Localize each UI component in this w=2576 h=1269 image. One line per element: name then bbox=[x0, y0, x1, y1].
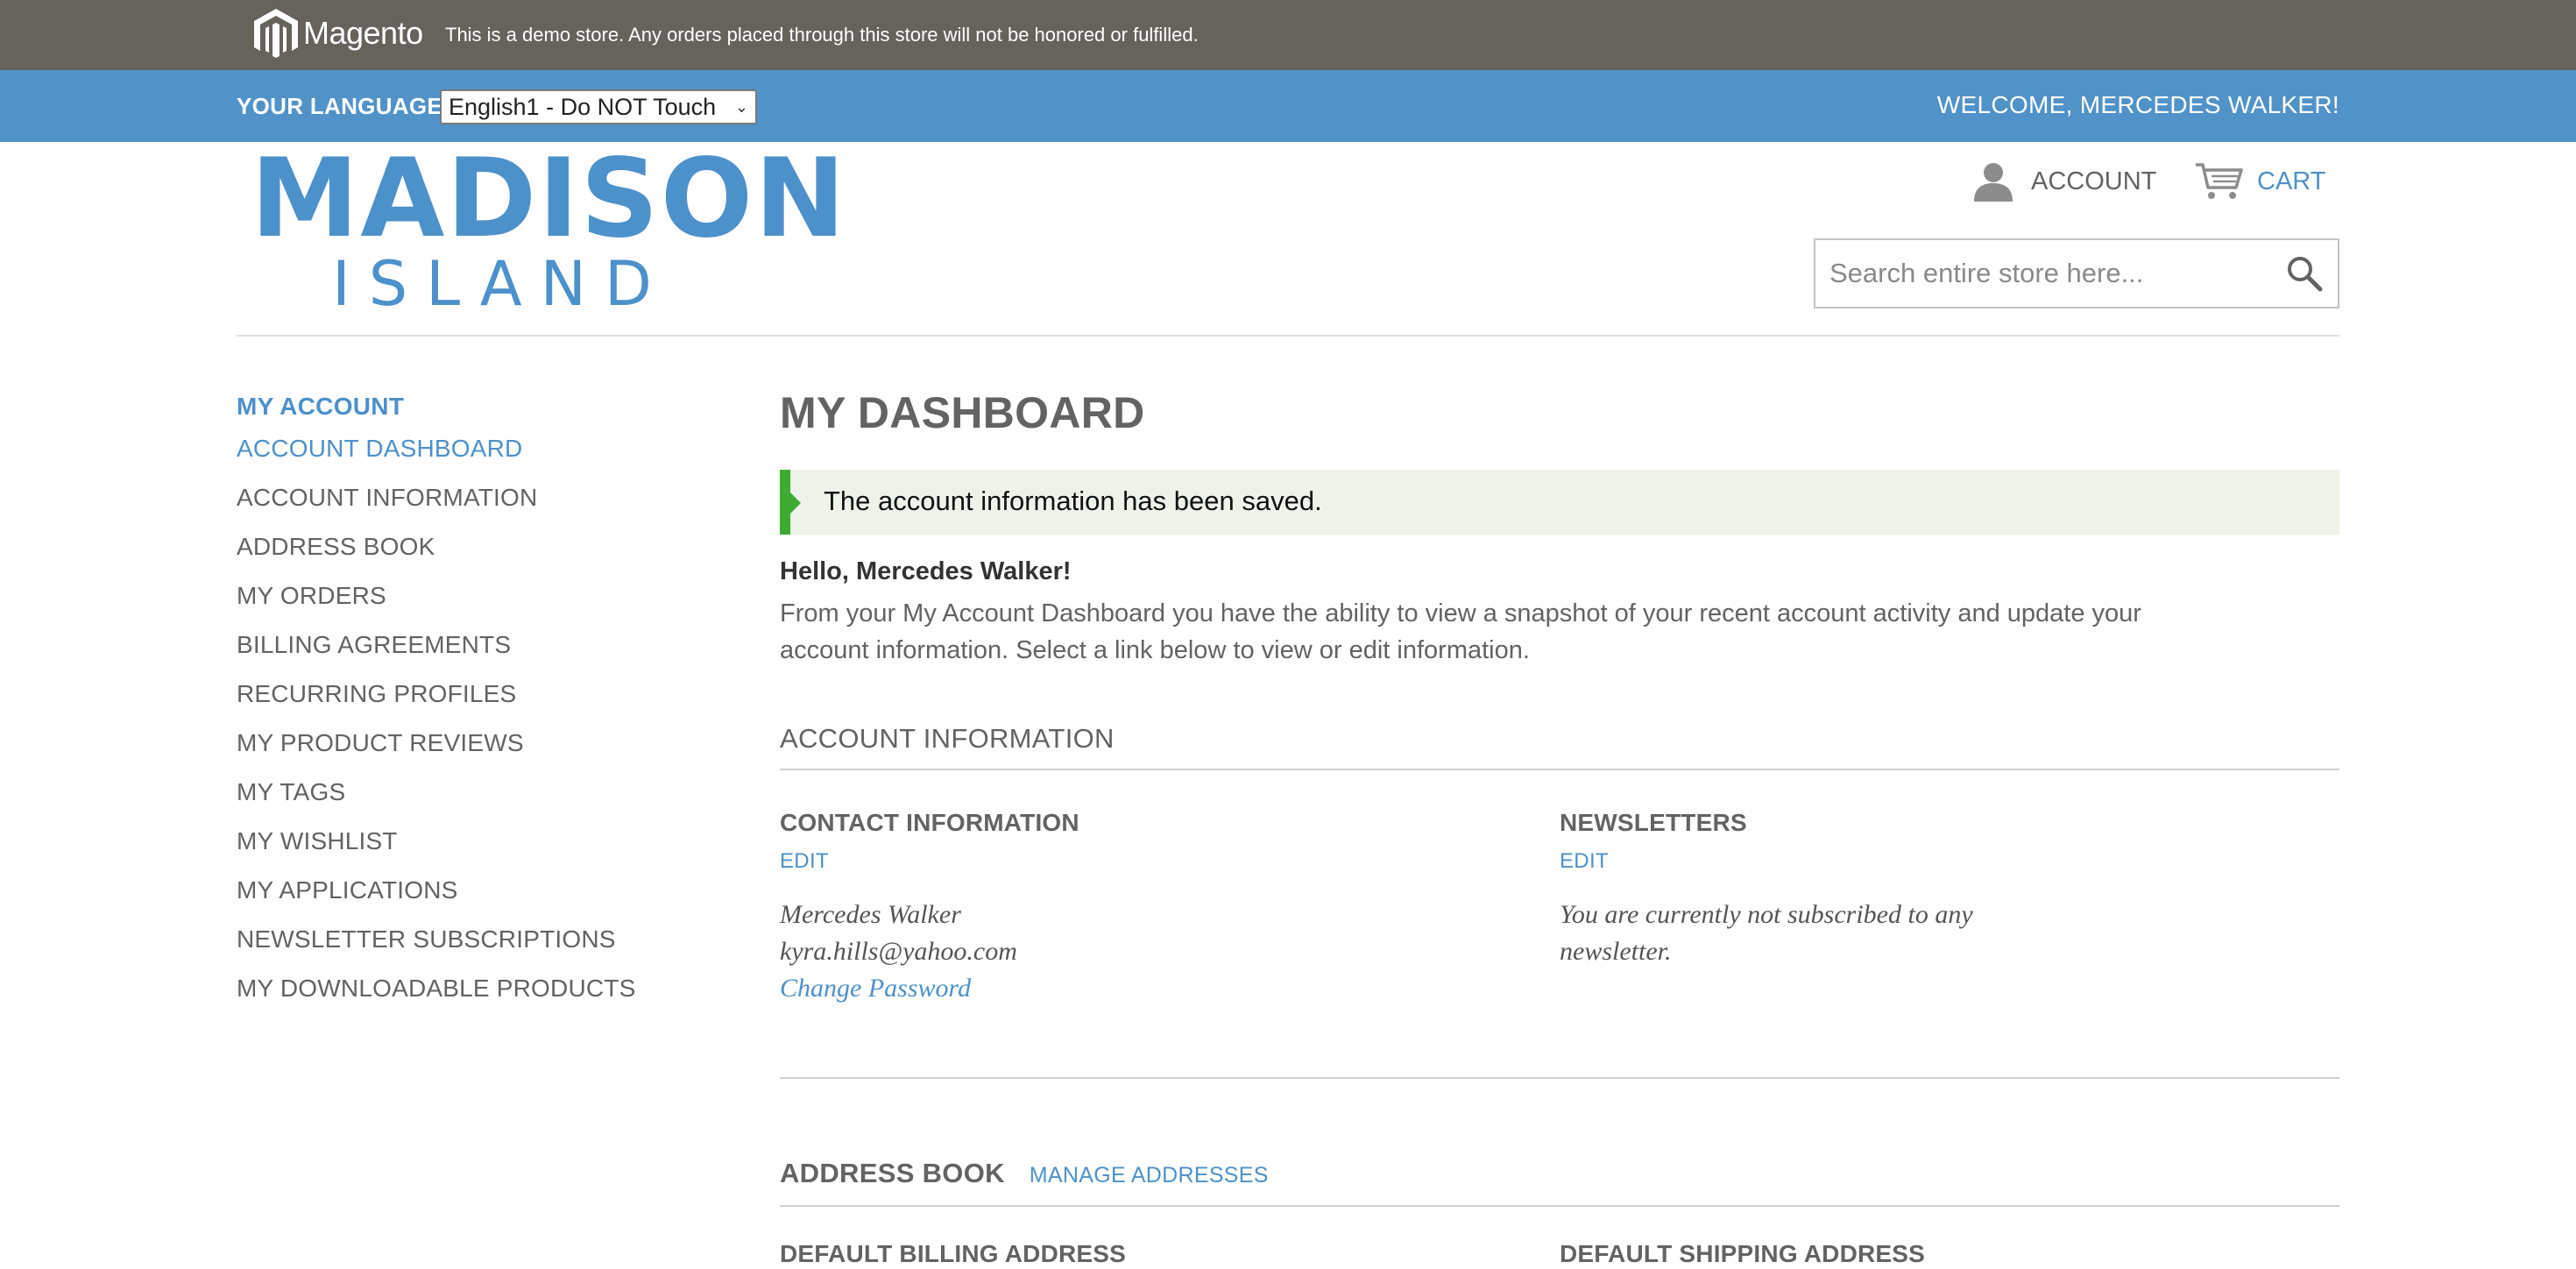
sidebar-item-billing-agreements[interactable]: BILLING AGREEMENTS bbox=[237, 620, 635, 670]
welcome-message: WELCOME, MERCEDES WALKER! bbox=[1936, 91, 2339, 118]
default-billing-address-title: DEFAULT BILLING ADDRESS bbox=[780, 1240, 1127, 1267]
sidebar-item-newsletter-subscriptions[interactable]: NEWSLETTER SUBSCRIPTIONS bbox=[237, 915, 635, 964]
contact-details: Mercedes Walker kyra.hills@yahoo.com Cha… bbox=[780, 897, 1560, 1007]
contact-name: Mercedes Walker bbox=[780, 900, 961, 929]
magento-logo: Magento bbox=[252, 7, 423, 60]
contact-information-title: CONTACT INFORMATION bbox=[780, 809, 1079, 836]
change-password-link[interactable]: Change Password bbox=[780, 974, 971, 1003]
section-divider bbox=[780, 1077, 2339, 1079]
search-icon[interactable] bbox=[2285, 254, 2324, 293]
main-content: MY DASHBOARD The account information has… bbox=[780, 377, 2339, 1268]
header-divider bbox=[237, 335, 2339, 337]
magento-logo-icon bbox=[254, 9, 298, 58]
success-message-text: The account information has been saved. bbox=[824, 486, 1322, 516]
newsletters-box: NEWSLETTERS EDIT You are currently not s… bbox=[1560, 809, 2339, 1007]
sidebar-nav: ACCOUNT DASHBOARD ACCOUNT INFORMATION AD… bbox=[237, 424, 635, 1013]
language-label: YOUR LANGUAGE: bbox=[237, 93, 450, 119]
user-icon bbox=[1974, 163, 2013, 202]
address-book-heading: ADDRESS BOOK bbox=[780, 1158, 1005, 1188]
account-sidebar: MY ACCOUNT ACCOUNT DASHBOARD ACCOUNT INF… bbox=[237, 393, 635, 1013]
demo-notice-bar: Magento This is a demo store. Any orders… bbox=[0, 0, 2576, 70]
store-logo-main: MADISON bbox=[251, 136, 847, 262]
sidebar-title: MY ACCOUNT bbox=[237, 393, 405, 420]
search-form bbox=[1814, 238, 2339, 308]
cart-icon bbox=[2196, 163, 2243, 199]
chevron-down-icon: ⌄ bbox=[734, 97, 748, 116]
default-shipping-address-title: DEFAULT SHIPPING ADDRESS bbox=[1560, 1240, 1926, 1267]
language-bar: YOUR LANGUAGE: English1 - Do NOT Touch ⌄… bbox=[0, 70, 2576, 142]
contact-edit-link[interactable]: EDIT bbox=[780, 849, 829, 874]
sidebar-item-recurring-profiles[interactable]: RECURRING PROFILES bbox=[237, 670, 635, 719]
account-link-label: ACCOUNT bbox=[2031, 167, 2157, 195]
search-input[interactable] bbox=[1815, 240, 2271, 307]
hello-greeting: Hello, Mercedes Walker! bbox=[780, 557, 1072, 585]
sidebar-item-address-book[interactable]: ADDRESS BOOK bbox=[237, 522, 635, 571]
store-logo-sub: ISLAND bbox=[332, 248, 670, 320]
page-title: MY DASHBOARD bbox=[780, 388, 1145, 437]
sidebar-item-my-tags[interactable]: MY TAGS bbox=[237, 768, 635, 817]
magento-wordmark: Magento bbox=[303, 15, 423, 51]
newsletter-status: You are currently not subscribed to any … bbox=[1560, 900, 1973, 966]
address-book-columns: DEFAULT BILLING ADDRESS DEFAULT SHIPPING… bbox=[780, 1240, 2339, 1268]
sidebar-item-my-downloadable-products[interactable]: MY DOWNLOADABLE PRODUCTS bbox=[237, 964, 635, 1013]
contact-information-box: CONTACT INFORMATION EDIT Mercedes Walker… bbox=[780, 809, 1560, 1007]
account-link[interactable]: ACCOUNT bbox=[1971, 161, 2156, 202]
default-billing-address-box: DEFAULT BILLING ADDRESS bbox=[780, 1240, 1560, 1268]
dashboard-intro: From your My Account Dashboard you have … bbox=[780, 599, 2141, 664]
language-select[interactable]: English1 - Do NOT Touch ⌄ bbox=[440, 89, 757, 124]
sidebar-item-account-dashboard[interactable]: ACCOUNT DASHBOARD bbox=[237, 424, 635, 473]
manage-addresses-link[interactable]: MANAGE ADDRESSES bbox=[1030, 1163, 1269, 1188]
demo-notice-text: This is a demo store. Any orders placed … bbox=[445, 24, 1199, 46]
account-information-columns: CONTACT INFORMATION EDIT Mercedes Walker… bbox=[780, 809, 2339, 1007]
sidebar-item-my-orders[interactable]: MY ORDERS bbox=[237, 571, 635, 620]
sidebar-item-account-information[interactable]: ACCOUNT INFORMATION bbox=[237, 473, 635, 522]
newsletters-edit-link[interactable]: EDIT bbox=[1560, 849, 1609, 874]
sidebar-item-my-product-reviews[interactable]: MY PRODUCT REVIEWS bbox=[237, 719, 635, 768]
default-shipping-address-box: DEFAULT SHIPPING ADDRESS bbox=[1560, 1240, 2339, 1268]
contact-email: kyra.hills@yahoo.com bbox=[780, 937, 1017, 966]
address-book-header: ADDRESS BOOK MANAGE ADDRESSES bbox=[780, 1158, 2339, 1207]
sidebar-item-my-wishlist[interactable]: MY WISHLIST bbox=[237, 817, 635, 866]
sidebar-item-my-applications[interactable]: MY APPLICATIONS bbox=[237, 866, 635, 915]
success-message: The account information has been saved. bbox=[780, 470, 2339, 535]
store-logo[interactable]: MADISON ISLAND bbox=[251, 136, 847, 320]
account-information-heading: ACCOUNT INFORMATION bbox=[780, 723, 2339, 770]
newsletters-title: NEWSLETTERS bbox=[1560, 809, 1747, 836]
cart-link-label: CART bbox=[2257, 167, 2326, 195]
cart-link[interactable]: CART bbox=[2194, 161, 2325, 202]
language-select-value: English1 - Do NOT Touch bbox=[449, 93, 717, 120]
